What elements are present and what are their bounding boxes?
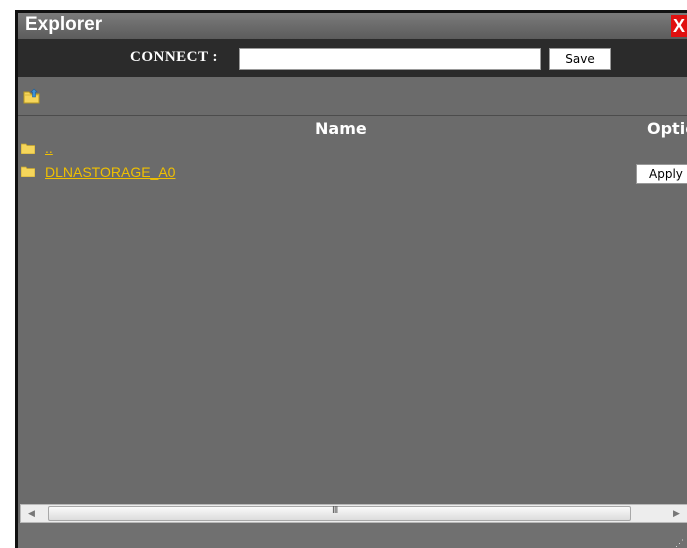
horizontal-scrollbar[interactable]: ◀ III ▶ [20, 504, 687, 523]
scroll-right-icon[interactable]: ▶ [668, 505, 685, 522]
folder-icon [21, 143, 35, 154]
scrollbar-grip: III [332, 505, 338, 516]
connect-bar: CONNECT : Save [18, 39, 687, 77]
apply-button[interactable]: Apply [636, 164, 687, 184]
save-button[interactable]: Save [549, 48, 611, 70]
explorer-window: Explorer X CONNECT : Save Name Options .… [15, 10, 687, 548]
table-row: .. [18, 140, 687, 161]
toolbar [18, 77, 687, 116]
status-bar: ⋰ [18, 523, 687, 548]
scrollbar-thumb[interactable]: III [48, 505, 631, 521]
table-row: DLNASTORAGE_A0 Apply [18, 162, 687, 184]
folder-link-dlnastorage[interactable]: DLNASTORAGE_A0 [45, 164, 175, 180]
title-bar: Explorer X [18, 13, 687, 39]
connect-input[interactable] [239, 48, 541, 70]
window-title: Explorer [25, 14, 103, 35]
folder-up-icon[interactable] [23, 88, 41, 104]
scroll-left-icon[interactable]: ◀ [23, 505, 40, 522]
connect-label: CONNECT : [130, 49, 218, 65]
folder-icon [21, 166, 35, 177]
parent-directory-link[interactable]: .. [45, 140, 53, 156]
column-header-options: Options [647, 119, 687, 138]
column-header-name: Name [315, 119, 367, 138]
close-button[interactable]: X [671, 15, 687, 37]
resize-grip-icon[interactable]: ⋰ [675, 538, 684, 548]
